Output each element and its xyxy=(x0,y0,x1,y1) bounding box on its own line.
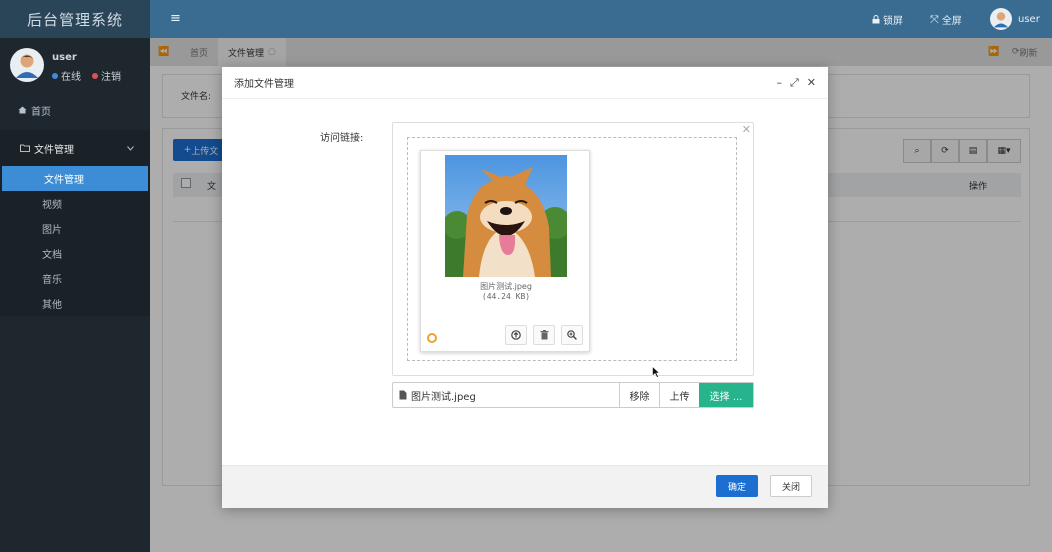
menu-toggle-icon[interactable]: ≡ xyxy=(170,11,181,26)
status-online: 在线 xyxy=(61,72,81,83)
file-preview-area: ✕ 图片测试.jpeg (44.24 KB) xyxy=(392,122,754,376)
logout-dot-icon xyxy=(92,72,98,79)
header-user-menu[interactable]: user xyxy=(990,8,1040,30)
lock-icon xyxy=(872,15,880,24)
sidebar-group-toggle[interactable]: 文件管理 xyxy=(0,130,150,166)
trash-icon xyxy=(540,330,548,340)
upload-icon xyxy=(511,330,521,340)
remove-button[interactable]: 移除 xyxy=(619,383,659,407)
drop-zone[interactable]: 图片测试.jpeg (44.24 KB) xyxy=(407,137,737,361)
file-caption[interactable]: 图片测试.jpeg xyxy=(393,383,619,407)
sidebar-item-video[interactable]: 视频 xyxy=(0,191,150,216)
dog-photo xyxy=(445,155,567,277)
upload-file-icon[interactable] xyxy=(505,325,527,345)
sidebar-group-files: 文件管理 文件管理 视频 图片 文档 音乐 其他 xyxy=(0,130,150,316)
user-avatar-icon xyxy=(990,8,1012,30)
zoom-file-icon[interactable] xyxy=(561,325,583,345)
user-avatar-icon xyxy=(10,48,44,82)
delete-file-icon[interactable] xyxy=(533,325,555,345)
dialog-controls: – ⤢ ✕ xyxy=(776,76,816,90)
sidebar-item-label: 首页 xyxy=(31,106,51,118)
online-dot-icon xyxy=(52,72,58,79)
sidebar-item-image[interactable]: 图片 xyxy=(0,216,150,241)
app-title: 后台管理系统 xyxy=(0,0,150,38)
folder-icon xyxy=(20,144,30,152)
sidebar-username: user xyxy=(52,52,77,63)
lock-screen-label: 锁屏 xyxy=(883,16,903,27)
zoom-in-icon xyxy=(567,330,577,340)
expand-icon: ⤧ xyxy=(930,12,939,26)
dialog-title: 添加文件管理 xyxy=(234,79,294,90)
logout-link[interactable]: 注销 xyxy=(101,68,121,83)
sidebar: 后台管理系统 user 在线 注销 首页 文件管理 文件管理 视频 图片 文档 … xyxy=(0,0,150,552)
sidebar-item-home[interactable]: 首页 xyxy=(0,90,150,130)
dialog-footer: 确定 关闭 xyxy=(222,465,828,508)
file-preview-thumbnail: 图片测试.jpeg (44.24 KB) xyxy=(420,150,590,352)
file-caption-name: 图片测试.jpeg xyxy=(411,391,476,403)
preview-file-name: 图片测试.jpeg xyxy=(480,282,532,291)
sidebar-item-music[interactable]: 音乐 xyxy=(0,266,150,291)
dialog-header: 添加文件管理 – ⤢ ✕ xyxy=(222,67,828,99)
top-header: ≡ 锁屏 ⤧ 全屏 user xyxy=(150,0,1052,38)
header-username: user xyxy=(1018,13,1040,25)
sidebar-user-status: 在线 注销 xyxy=(52,68,121,83)
close-icon[interactable]: ✕ xyxy=(807,76,816,90)
clear-preview-icon[interactable]: ✕ xyxy=(742,123,751,136)
add-file-dialog: 添加文件管理 – ⤢ ✕ 访问链接: ✕ 图片测试.jpeg (44.24 KB… xyxy=(222,67,828,508)
lock-screen-button[interactable]: 锁屏 xyxy=(872,12,903,27)
upload-pending-icon xyxy=(427,333,437,343)
maximize-icon[interactable]: ⤢ xyxy=(790,76,799,90)
home-icon xyxy=(18,106,27,114)
sidebar-item-file-manage[interactable]: 文件管理 xyxy=(2,166,148,191)
fullscreen-label: 全屏 xyxy=(941,16,962,27)
file-input-group: 图片测试.jpeg 移除 上传 选择 ... xyxy=(392,382,754,408)
sidebar-item-other[interactable]: 其他 xyxy=(0,291,150,316)
sidebar-item-document[interactable]: 文档 xyxy=(0,241,150,266)
mouse-cursor-icon xyxy=(652,366,660,378)
confirm-button[interactable]: 确定 xyxy=(716,475,758,497)
user-panel: user 在线 注销 xyxy=(0,38,150,90)
select-file-button[interactable]: 选择 ... xyxy=(699,383,753,407)
sidebar-group-label: 文件管理 xyxy=(34,144,74,156)
close-button[interactable]: 关闭 xyxy=(770,475,812,497)
access-link-label: 访问链接: xyxy=(320,133,364,144)
fullscreen-button[interactable]: ⤧ 全屏 xyxy=(930,12,962,28)
sidebar-group-title: 文件管理 xyxy=(20,141,74,156)
minimize-icon[interactable]: – xyxy=(776,76,782,90)
chevron-down-icon xyxy=(127,145,134,151)
preview-file-size: (44.24 KB) xyxy=(481,292,531,301)
upload-button[interactable]: 上传 xyxy=(659,383,699,407)
file-icon xyxy=(399,390,407,400)
